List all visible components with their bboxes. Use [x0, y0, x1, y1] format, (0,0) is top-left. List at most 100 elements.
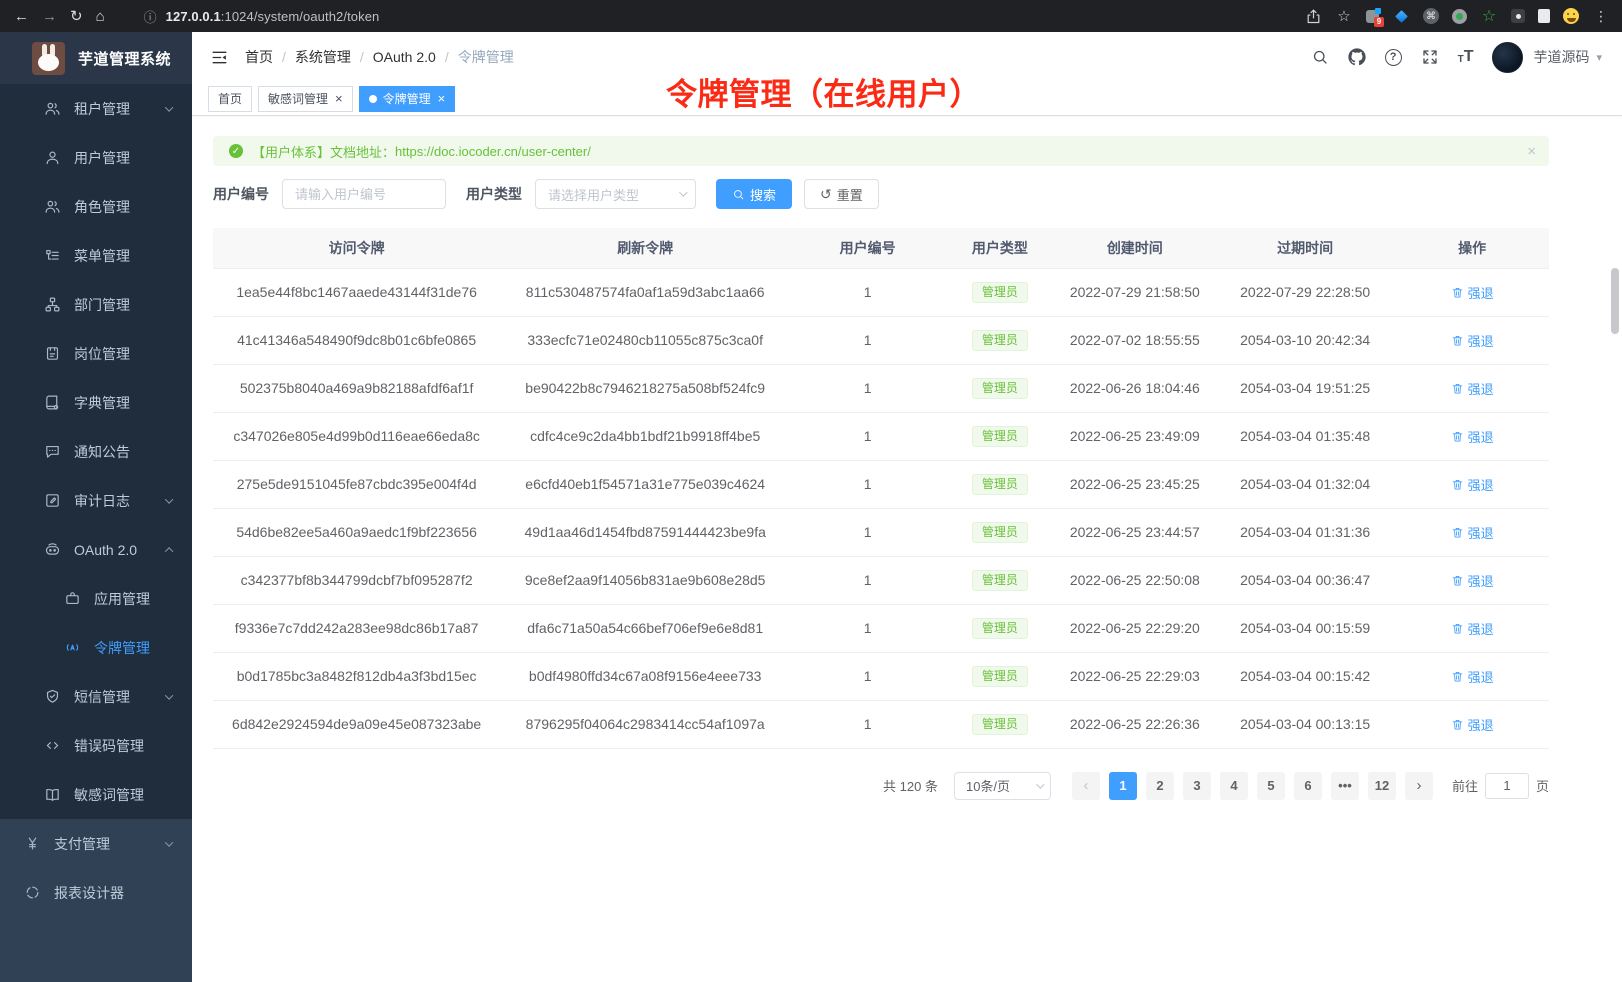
- breadcrumb-item[interactable]: OAuth 2.0: [373, 49, 436, 65]
- user-type-cell: 管理员: [945, 700, 1055, 748]
- github-icon[interactable]: [1348, 48, 1366, 66]
- goto-page-input[interactable]: [1485, 773, 1529, 799]
- breadcrumb-item[interactable]: 系统管理: [295, 47, 351, 67]
- force-logout-button[interactable]: 强退: [1451, 427, 1494, 446]
- page-button-1[interactable]: 1: [1109, 772, 1137, 800]
- force-logout-button[interactable]: 强退: [1451, 475, 1494, 494]
- sidebar-item-审计日志[interactable]: 审计日志: [0, 476, 192, 525]
- fullscreen-icon[interactable]: [1421, 48, 1439, 66]
- force-logout-button[interactable]: 强退: [1451, 571, 1494, 590]
- kite-icon[interactable]: [1392, 7, 1410, 25]
- page-size-value: 10条/页: [966, 776, 1010, 795]
- sidebar-item-应用管理[interactable]: 应用管理: [0, 574, 192, 623]
- sidebar-item-短信管理[interactable]: 短信管理: [0, 672, 192, 721]
- star-green-icon[interactable]: ☆: [1480, 7, 1498, 25]
- sidebar-item-错误码管理[interactable]: 错误码管理: [0, 721, 192, 770]
- access-token-cell: c342377bf8b344799dcbf7bf095287f2: [213, 556, 500, 604]
- user-type-select[interactable]: 请选择用户类型: [535, 179, 696, 209]
- chevron-down-icon: [165, 103, 174, 112]
- emoji-icon[interactable]: [1563, 8, 1579, 24]
- page-button-2[interactable]: 2: [1146, 772, 1174, 800]
- tab-敏感词管理[interactable]: 敏感词管理 ×: [258, 86, 353, 112]
- sidebar-item-敏感词管理[interactable]: 敏感词管理: [0, 770, 192, 819]
- sidebar-item-角色管理[interactable]: 角色管理: [0, 182, 192, 231]
- reload-icon[interactable]: ↻: [70, 8, 83, 25]
- back-icon[interactable]: ←: [14, 8, 29, 25]
- id-badge-icon: [44, 345, 61, 362]
- close-icon[interactable]: ×: [335, 92, 343, 105]
- extensions-icon[interactable]: 9: [1366, 10, 1379, 23]
- column-header-刷新令牌: 刷新令牌: [500, 228, 790, 268]
- roles-icon: [44, 198, 61, 215]
- help-icon[interactable]: [1385, 49, 1402, 66]
- sidebar-item-label: 应用管理: [94, 589, 150, 609]
- scrollbar-thumb[interactable]: [1611, 268, 1619, 334]
- star-icon[interactable]: ☆: [1335, 7, 1353, 25]
- sidebar-fold-icon[interactable]: [210, 48, 229, 67]
- table-row: 54d6be82ee5a460a9aedc1f9bf22365649d1aa46…: [213, 508, 1549, 556]
- sidebar-item-字典管理[interactable]: 字典管理: [0, 378, 192, 427]
- force-logout-button[interactable]: 强退: [1451, 667, 1494, 686]
- sidebar-item-支付管理[interactable]: 支付管理: [0, 819, 192, 868]
- force-logout-button[interactable]: 强退: [1451, 715, 1494, 734]
- tab-令牌管理[interactable]: 令牌管理×: [359, 86, 456, 112]
- close-icon[interactable]: ×: [1527, 143, 1536, 160]
- reset-button[interactable]: ↺ 重置: [804, 179, 879, 209]
- force-logout-button[interactable]: 强退: [1451, 283, 1494, 302]
- prev-page-button[interactable]: ‹: [1072, 772, 1100, 800]
- user-type-badge: 管理员: [972, 714, 1028, 735]
- force-logout-button[interactable]: 强退: [1451, 379, 1494, 398]
- page-button-3[interactable]: 3: [1183, 772, 1211, 800]
- sidebar-item-岗位管理[interactable]: 岗位管理: [0, 329, 192, 378]
- page-button-12[interactable]: 12: [1368, 772, 1396, 800]
- home-icon[interactable]: ⌂: [96, 8, 105, 25]
- refresh-token-cell: dfa6c71a50a54c66bef706ef9e6e8d81: [500, 604, 790, 652]
- address-bar[interactable]: 127.0.0.1:1024/system/oauth2/token: [166, 9, 380, 24]
- force-logout-label: 强退: [1468, 571, 1494, 590]
- command-icon[interactable]: [1423, 8, 1439, 24]
- username[interactable]: 芋道源码: [1533, 47, 1589, 67]
- page-button-5[interactable]: 5: [1257, 772, 1285, 800]
- page-size-select[interactable]: 10条/页: [954, 772, 1051, 800]
- action-cell: 强退: [1395, 412, 1549, 460]
- tab-label: 敏感词管理: [268, 90, 328, 107]
- menu-dots-icon[interactable]: ⋮: [1592, 7, 1610, 25]
- search-button[interactable]: 搜索: [716, 179, 792, 209]
- info-icon[interactable]: ⓘ: [144, 7, 157, 26]
- access-token-cell: 6d842e2924594de9a09e45e087323abe: [213, 700, 500, 748]
- user-id-input[interactable]: [282, 179, 446, 209]
- close-icon[interactable]: ×: [438, 92, 446, 105]
- sidebar-item-部门管理[interactable]: 部门管理: [0, 280, 192, 329]
- sidebar-item-租户管理[interactable]: 租户管理: [0, 84, 192, 133]
- force-logout-button[interactable]: 强退: [1451, 523, 1494, 542]
- sidebar-item-OAuth 2.0[interactable]: OAuth 2.0: [0, 525, 192, 574]
- square-icon[interactable]: [1538, 9, 1550, 23]
- breadcrumb-item[interactable]: 首页: [245, 47, 273, 67]
- sidebar-item-用户管理[interactable]: 用户管理: [0, 133, 192, 182]
- more-pages-icon[interactable]: •••: [1331, 772, 1359, 800]
- page-button-6[interactable]: 6: [1294, 772, 1322, 800]
- next-page-button[interactable]: ›: [1405, 772, 1433, 800]
- force-logout-button[interactable]: 强退: [1451, 619, 1494, 638]
- sidebar-item-通知公告[interactable]: 通知公告: [0, 427, 192, 476]
- page-button-4[interactable]: 4: [1220, 772, 1248, 800]
- doc-link[interactable]: https://doc.iocoder.cn/user-center/: [395, 144, 591, 159]
- sidebar-item-label: 通知公告: [74, 442, 130, 462]
- pin-icon[interactable]: [1511, 9, 1525, 23]
- force-logout-button[interactable]: 强退: [1451, 331, 1494, 350]
- app-logo-area[interactable]: 芋道管理系统: [0, 32, 192, 84]
- forward-icon[interactable]: →: [42, 8, 57, 25]
- search-icon[interactable]: [1311, 48, 1329, 66]
- action-cell: 强退: [1395, 268, 1549, 316]
- avatar[interactable]: [1492, 42, 1523, 73]
- user-id-label: 用户编号: [213, 184, 269, 204]
- sidebar-item-报表设计器[interactable]: 报表设计器: [0, 868, 192, 917]
- recorder-icon[interactable]: [1452, 9, 1467, 24]
- font-size-icon[interactable]: [1458, 49, 1474, 65]
- chevron-down-icon[interactable]: ▾: [1596, 51, 1602, 64]
- sidebar-item-令牌管理[interactable]: 令牌管理: [0, 623, 192, 672]
- sidebar-item-label: 字典管理: [74, 393, 130, 413]
- sidebar-item-菜单管理[interactable]: 菜单管理: [0, 231, 192, 280]
- share-icon[interactable]: [1304, 7, 1322, 25]
- tab-首页[interactable]: 首页: [208, 86, 252, 112]
